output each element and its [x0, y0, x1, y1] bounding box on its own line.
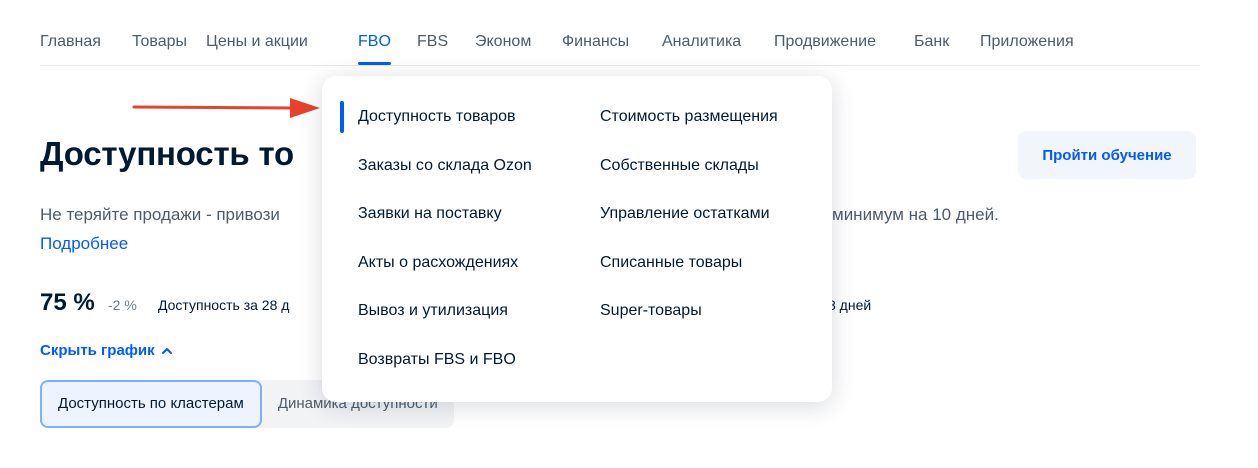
menu-item-discrepancy-acts[interactable]: Акты о расхождениях — [358, 254, 518, 272]
menu-item-returns-fbs-fbo[interactable]: Возвраты FBS и FBO — [358, 351, 516, 369]
menu-item-super-products[interactable]: Super-товары — [600, 302, 702, 320]
nav-item-fbs[interactable]: FBS — [417, 33, 448, 51]
availability-label-tail: 8 дней — [828, 297, 872, 313]
menu-item-written-off-products[interactable]: Списанные товары — [600, 254, 742, 272]
hide-chart-label: Скрыть график — [40, 342, 155, 359]
nav-item-fbo[interactable]: FBO — [358, 33, 391, 51]
top-navigation: Главная Товары Цены и акции FBO FBS Экон… — [40, 0, 1200, 66]
nav-item-apps[interactable]: Приложения — [980, 33, 1074, 51]
page-description: Не теряйте продажи - привози — [40, 205, 280, 224]
nav-item-finance[interactable]: Финансы — [562, 33, 629, 51]
nav-item-prices[interactable]: Цены и акции — [206, 33, 308, 51]
nav-item-products[interactable]: Товары — [132, 33, 187, 51]
nav-active-underline — [358, 62, 391, 65]
menu-item-ozon-warehouse-orders[interactable]: Заказы со склада Ozon — [358, 157, 532, 175]
hide-chart-toggle[interactable]: Скрыть график — [40, 342, 173, 359]
more-link[interactable]: Подробнее — [40, 234, 128, 254]
nav-item-bank[interactable]: Банк — [914, 33, 949, 51]
page-title: Доступность то — [40, 135, 294, 172]
menu-item-product-availability[interactable]: Доступность товаров — [358, 108, 516, 126]
nav-item-main[interactable]: Главная — [40, 33, 101, 51]
page-description-tail: минимум на 10 дней. — [832, 205, 999, 224]
availability-value: 75 % — [40, 289, 95, 316]
availability-label: Доступность за 28 д — [158, 297, 290, 313]
fbo-dropdown-menu: Доступность товаров Заказы со склада Ozo… — [322, 76, 832, 402]
menu-item-own-warehouses[interactable]: Собственные склады — [600, 157, 759, 175]
nav-item-analytics[interactable]: Аналитика — [662, 33, 741, 51]
menu-item-placement-cost[interactable]: Стоимость размещения — [600, 108, 778, 126]
availability-delta: -2 % — [108, 297, 137, 313]
nav-item-promotion[interactable]: Продвижение — [774, 33, 876, 51]
annotation-arrow — [132, 98, 320, 118]
tab-cluster-availability[interactable]: Доступность по кластерам — [40, 380, 262, 428]
menu-item-stock-management[interactable]: Управление остатками — [600, 205, 770, 223]
menu-item-supply-requests[interactable]: Заявки на поставку — [358, 205, 502, 223]
nav-item-economy[interactable]: Эконом — [475, 33, 531, 51]
menu-item-removal-disposal[interactable]: Вывоз и утилизация — [358, 302, 508, 320]
start-training-button[interactable]: Пройти обучение — [1018, 131, 1196, 179]
chevron-up-icon — [161, 347, 172, 354]
active-item-indicator — [340, 101, 344, 133]
